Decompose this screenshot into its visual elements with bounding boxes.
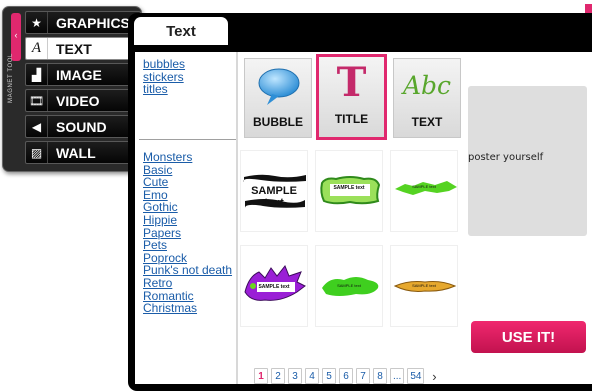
abc-text-icon: Abc <box>402 71 452 100</box>
page-button[interactable]: 1 <box>254 368 268 384</box>
sample-tile-green-splash[interactable]: SAMPLE text <box>390 150 458 232</box>
preview-text: poster yourself <box>468 152 544 163</box>
tab-text[interactable]: Text <box>134 17 228 45</box>
use-it-button[interactable]: USE IT! <box>471 321 586 353</box>
sample-tile-green-blob[interactable]: SAMPLE text <box>315 245 383 327</box>
green-frame-icon <box>320 176 381 205</box>
green-splash-icon <box>395 181 457 195</box>
toolbar-item-label: VIDEO <box>56 92 100 109</box>
wall-icon: ▨ <box>26 142 48 163</box>
style-tile-text[interactable]: Abc TEXT <box>393 58 461 138</box>
toolbar-item-image[interactable]: ▟ IMAGE <box>25 63 141 86</box>
sample-text: SAMPLE text <box>412 184 436 189</box>
theme-link[interactable]: Pets <box>143 239 235 252</box>
toolbar-item-label: WALL <box>56 144 96 161</box>
sample-text: SAMPLE text <box>258 284 290 290</box>
theme-link[interactable]: Retro <box>143 277 235 290</box>
theme-list: Monsters Basic Cute Emo Gothic Hippie Pa… <box>143 151 235 315</box>
type-list: bubbles stickers titles <box>143 58 235 96</box>
sample-tile-gold-banner[interactable]: SAMPLE text <box>390 245 458 327</box>
text-icon: A <box>26 38 48 59</box>
sample-text: SAMPLE text <box>412 283 436 288</box>
pagination: 1 2 3 4 5 6 7 8 ... 54 › <box>254 368 442 384</box>
theme-link[interactable]: Monsters <box>143 151 235 164</box>
toolbar-item-label: GRAPHICS <box>56 14 130 31</box>
theme-link[interactable]: Hippie <box>143 214 235 227</box>
speech-bubble-icon <box>258 68 300 105</box>
star-icon: ★ <box>26 12 48 33</box>
image-icon: ▟ <box>26 64 48 85</box>
toolbar-item-sound[interactable]: ◀ SOUND <box>25 115 141 138</box>
sample-text: SAMPLE text <box>333 185 365 191</box>
page-button[interactable]: 5 <box>322 368 336 384</box>
magnet-toolbar: ‹ MAGNET TOOL ★ GRAPHICS A TEXT ▟ IMAGE … <box>2 6 142 172</box>
page-button[interactable]: 8 <box>373 368 387 384</box>
column-divider <box>236 52 238 384</box>
toolbar-item-video[interactable]: 🎞 VIDEO <box>25 89 141 112</box>
sample-tile-purple-monster[interactable]: SAMPLE text <box>240 245 308 327</box>
theme-link[interactable]: Christmas <box>143 302 235 315</box>
page-button[interactable]: 54 <box>407 368 425 384</box>
page-button[interactable]: 4 <box>305 368 319 384</box>
video-icon: 🎞 <box>26 90 48 111</box>
type-link-titles[interactable]: titles <box>143 83 235 96</box>
tile-caption: BUBBLE <box>253 115 303 129</box>
title-t-icon: T <box>336 59 367 106</box>
page-button[interactable]: 2 <box>271 368 285 384</box>
page-button[interactable]: 6 <box>339 368 353 384</box>
page-button[interactable]: 7 <box>356 368 370 384</box>
next-page-icon[interactable]: › <box>427 368 442 384</box>
toolbar-item-label: SOUND <box>56 118 107 135</box>
page-ellipsis: ... <box>390 368 405 384</box>
toolbar-item-label: IMAGE <box>56 66 102 83</box>
toolbar-item-wall[interactable]: ▨ WALL <box>25 141 141 164</box>
magnet-tool-label: MAGNET TOOL <box>8 53 14 103</box>
sample-tile-black-brush[interactable]: SAMPLE text <box>240 150 308 232</box>
theme-link[interactable]: Cute <box>143 176 235 189</box>
sample-text: SAMPLE text <box>251 185 297 209</box>
sample-text: SAMPLE text <box>337 283 361 288</box>
type-link-bubbles[interactable]: bubbles <box>143 58 235 71</box>
category-divider <box>139 139 236 140</box>
page-button[interactable]: 3 <box>288 368 302 384</box>
toolbar-item-graphics[interactable]: ★ GRAPHICS <box>25 11 141 34</box>
style-tile-title[interactable]: T TITLE <box>316 54 387 140</box>
tile-caption: TEXT <box>411 115 443 129</box>
speaker-icon: ◀ <box>26 116 48 137</box>
tile-caption: TITLE <box>334 112 369 126</box>
toolbar-item-text[interactable]: A TEXT <box>25 37 141 60</box>
toolbar-item-label: TEXT <box>56 40 92 57</box>
style-tile-bubble[interactable]: BUBBLE <box>244 58 312 138</box>
sample-tile-green-outline[interactable]: SAMPLE text <box>315 150 383 232</box>
collapse-arrow-icon[interactable]: ‹ <box>12 30 20 40</box>
